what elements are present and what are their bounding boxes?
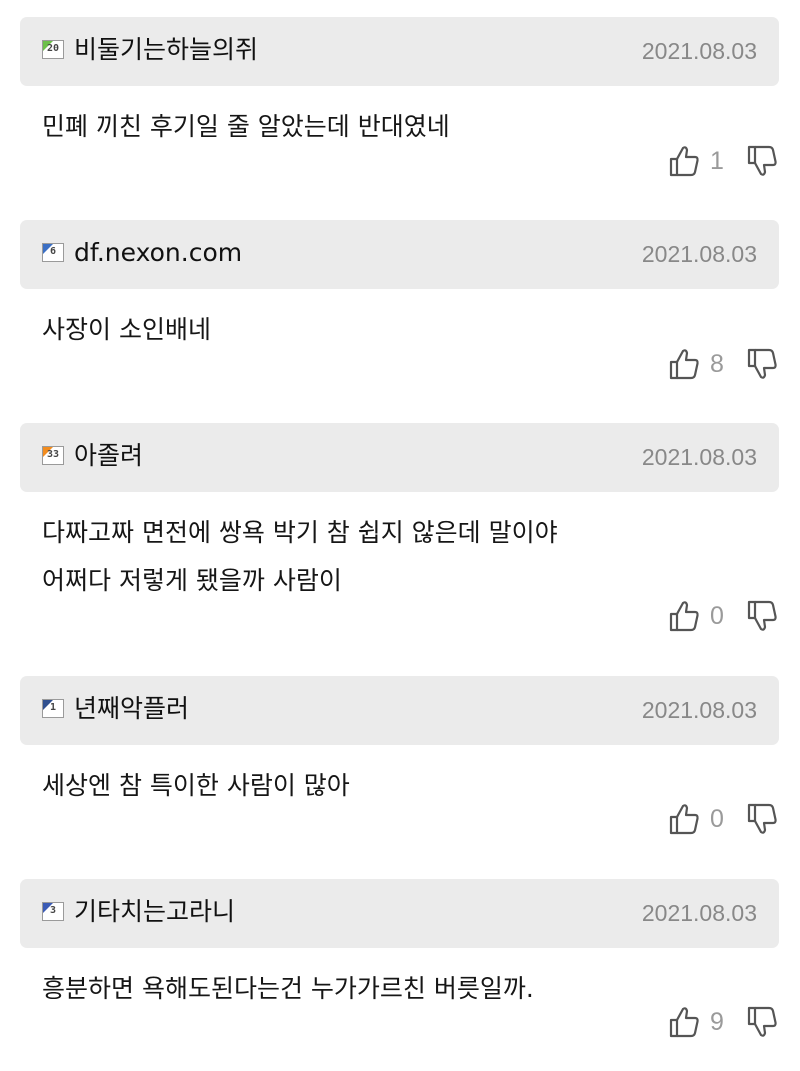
comment-line: 어쩌다 저렇게 됐을까 사람이 (42, 566, 342, 595)
level-badge-icon: 20 (42, 40, 64, 59)
like-count: 8 (710, 349, 724, 378)
level-badge-icon: 1 (42, 699, 64, 718)
thumbs-down-icon (747, 803, 777, 834)
level-number: 6 (49, 246, 57, 257)
level-number: 3 (49, 905, 57, 916)
like-count: 1 (710, 146, 724, 175)
comment-date: 2021.08.03 (641, 900, 757, 926)
thumbs-down-icon (747, 145, 777, 176)
thumbs-down-icon (747, 1006, 777, 1037)
level-badge-icon: 6 (42, 243, 64, 262)
dislike-button[interactable] (746, 347, 778, 381)
like-button[interactable]: 0 (668, 802, 724, 836)
comment-text: 세상엔 참 특이한 사람이 많아 (42, 762, 350, 810)
like-count: 0 (710, 804, 724, 833)
like-button[interactable]: 0 (668, 599, 724, 633)
dislike-button[interactable] (746, 802, 778, 836)
thumbs-down-icon (747, 600, 777, 631)
dislike-button[interactable] (746, 1005, 778, 1039)
nickname[interactable]: 아졸려 (74, 440, 143, 472)
comment-header: 33 아졸려 2021.08.03 (20, 423, 779, 492)
level-badge-icon: 3 (42, 902, 64, 921)
comment-header: 6 df.nexon.com 2021.08.03 (20, 220, 779, 289)
comment-text: 다짜고짜 면전에 쌍욕 박기 참 쉽지 않은데 말이야어쩌다 저렇게 됐을까 사… (42, 509, 558, 605)
nickname[interactable]: 년째악플러 (74, 693, 189, 725)
like-button[interactable]: 9 (668, 1005, 724, 1039)
like-count: 9 (710, 1007, 724, 1036)
comment-date: 2021.08.03 (641, 38, 757, 64)
thumbs-up-icon (669, 349, 699, 380)
comment-text: 민폐 끼친 후기일 줄 알았는데 반대였네 (42, 103, 450, 151)
vote-bar: 8 (668, 344, 778, 384)
thumbs-up-icon (669, 146, 699, 177)
vote-bar: 0 (668, 596, 778, 636)
level-number: 1 (49, 702, 57, 713)
thumbs-down-icon (747, 348, 777, 379)
comment-line: 민폐 끼친 후기일 줄 알았는데 반대였네 (42, 112, 450, 141)
level-number: 33 (46, 449, 60, 460)
comment-text: 사장이 소인배네 (42, 306, 211, 354)
level-number: 20 (46, 43, 60, 54)
thumbs-up-icon (669, 804, 699, 835)
vote-bar: 1 (668, 141, 778, 181)
comment-line: 세상엔 참 특이한 사람이 많아 (42, 771, 350, 800)
comment-header: 1 년째악플러 2021.08.03 (20, 676, 779, 745)
comment-date: 2021.08.03 (641, 697, 757, 723)
comment-text: 흥분하면 욕해도된다는건 누가가르친 버릇일까. (42, 965, 534, 1013)
level-badge-icon: 33 (42, 446, 64, 465)
dislike-button[interactable] (746, 144, 778, 178)
like-button[interactable]: 1 (668, 144, 724, 178)
nickname[interactable]: 기타치는고라니 (74, 896, 235, 928)
vote-bar: 0 (668, 799, 778, 839)
thumbs-up-icon (669, 1007, 699, 1038)
vote-bar: 9 (668, 1002, 778, 1042)
comment-date: 2021.08.03 (641, 241, 757, 267)
thumbs-up-icon (669, 601, 699, 632)
dislike-button[interactable] (746, 599, 778, 633)
like-count: 0 (710, 601, 724, 630)
like-button[interactable]: 8 (668, 347, 724, 381)
comment-header: 20 비둘기는하늘의쥐 2021.08.03 (20, 17, 779, 86)
comment-date: 2021.08.03 (641, 444, 757, 470)
comment-line: 다짜고짜 면전에 쌍욕 박기 참 쉽지 않은데 말이야 (42, 518, 558, 547)
comment-line: 흥분하면 욕해도된다는건 누가가르친 버릇일까. (42, 974, 534, 1003)
comment-header: 3 기타치는고라니 2021.08.03 (20, 879, 779, 948)
nickname[interactable]: 비둘기는하늘의쥐 (74, 34, 258, 66)
nickname[interactable]: df.nexon.com (74, 237, 242, 269)
comment-line: 사장이 소인배네 (42, 315, 211, 344)
